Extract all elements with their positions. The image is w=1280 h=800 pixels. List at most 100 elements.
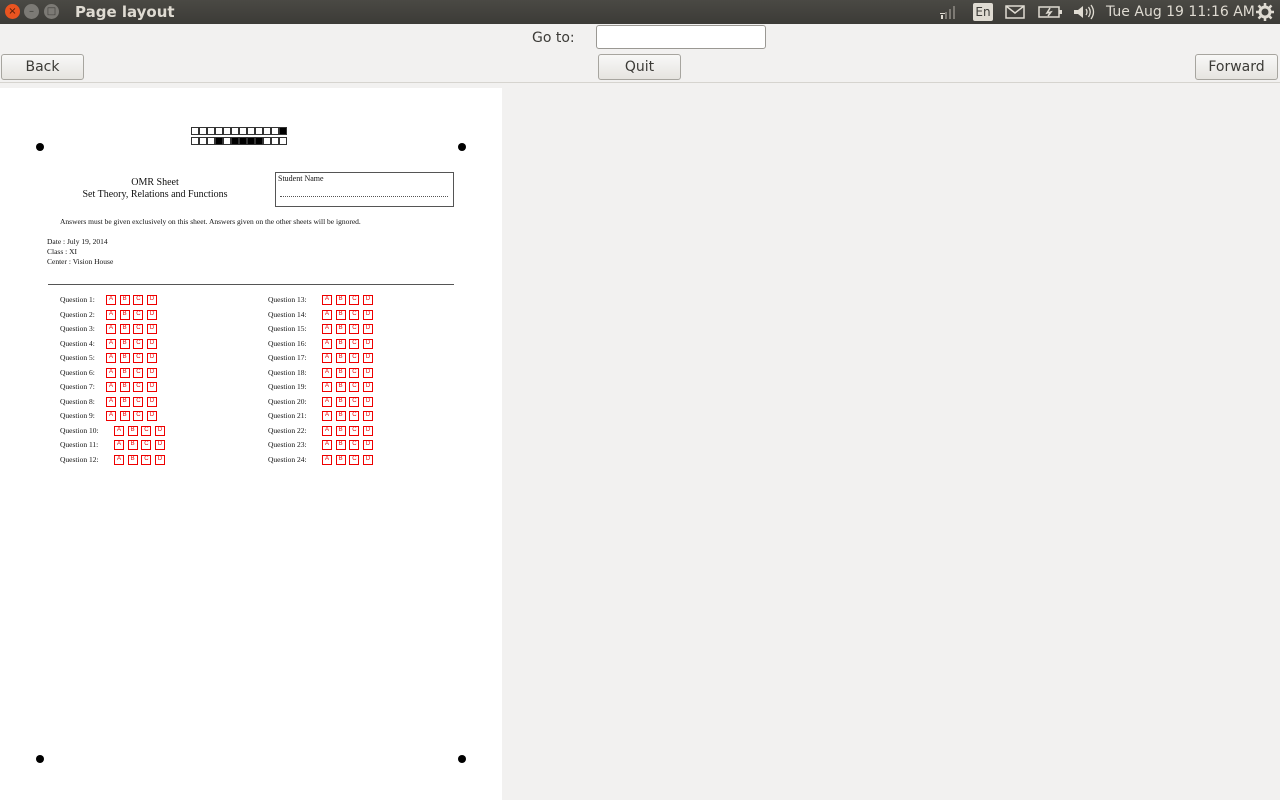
answer-bubble-b[interactable]: B	[119, 309, 130, 320]
answer-bubble-c[interactable]: C	[141, 454, 152, 465]
answer-bubble-c[interactable]: C	[133, 382, 144, 392]
answer-bubble-a[interactable]: A	[106, 324, 116, 334]
answer-bubble-a[interactable]: A	[322, 367, 332, 378]
answer-bubble-d[interactable]: D	[147, 338, 158, 349]
answer-bubble-d[interactable]: D	[363, 353, 374, 363]
answer-bubble-a[interactable]: A	[322, 396, 332, 407]
battery-icon[interactable]	[1038, 0, 1064, 24]
answer-bubble-a[interactable]: A	[106, 309, 116, 320]
answer-bubble-a[interactable]: A	[322, 353, 332, 363]
answer-bubble-c[interactable]: C	[349, 440, 360, 450]
mail-icon[interactable]	[1005, 0, 1025, 24]
answer-bubble-a[interactable]: A	[322, 454, 332, 465]
answer-bubble-b[interactable]: B	[119, 396, 130, 407]
answer-bubble-b[interactable]: B	[127, 425, 138, 436]
answer-bubble-b[interactable]: B	[335, 309, 346, 320]
answer-bubble-a[interactable]: A	[106, 411, 116, 421]
answer-bubble-b[interactable]: B	[335, 382, 346, 392]
answer-bubble-a[interactable]: A	[106, 382, 116, 392]
answer-bubble-c[interactable]: C	[349, 309, 360, 320]
answer-bubble-b[interactable]: B	[119, 382, 130, 392]
answer-bubble-b[interactable]: B	[119, 295, 130, 305]
answer-bubble-b[interactable]: B	[119, 338, 130, 349]
gear-icon[interactable]	[1254, 0, 1276, 24]
clock[interactable]: Tue Aug 19 11:16 AM	[1106, 4, 1255, 20]
quit-button[interactable]: Quit	[598, 54, 681, 80]
answer-bubble-b[interactable]: B	[119, 353, 130, 363]
answer-bubble-b[interactable]: B	[335, 425, 346, 436]
answer-bubble-a[interactable]: A	[322, 338, 332, 349]
answer-bubble-b[interactable]: B	[335, 338, 346, 349]
answer-bubble-a[interactable]: A	[114, 454, 124, 465]
maximize-window-button[interactable]: □	[44, 4, 59, 19]
answer-bubble-c[interactable]: C	[141, 440, 152, 450]
answer-bubble-a[interactable]: A	[106, 353, 116, 363]
answer-bubble-c[interactable]: C	[349, 454, 360, 465]
forward-button[interactable]: Forward	[1195, 54, 1278, 80]
answer-bubble-b[interactable]: B	[119, 324, 130, 334]
answer-bubble-b[interactable]: B	[335, 440, 346, 450]
answer-bubble-d[interactable]: D	[363, 396, 374, 407]
answer-bubble-a[interactable]: A	[114, 425, 124, 436]
answer-bubble-b[interactable]: B	[335, 454, 346, 465]
answer-bubble-a[interactable]: A	[322, 295, 332, 305]
volume-icon[interactable]	[1072, 0, 1096, 24]
answer-bubble-c[interactable]: C	[349, 367, 360, 378]
answer-bubble-c[interactable]: C	[133, 353, 144, 363]
answer-bubble-c[interactable]: C	[349, 411, 360, 421]
answer-bubble-c[interactable]: C	[349, 338, 360, 349]
answer-bubble-d[interactable]: D	[147, 309, 158, 320]
answer-bubble-b[interactable]: B	[119, 367, 130, 378]
answer-bubble-c[interactable]: C	[133, 367, 144, 378]
back-button[interactable]: Back	[1, 54, 84, 80]
answer-bubble-c[interactable]: C	[349, 353, 360, 363]
answer-bubble-d[interactable]: D	[363, 338, 374, 349]
answer-bubble-c[interactable]: C	[133, 396, 144, 407]
answer-bubble-d[interactable]: D	[363, 367, 374, 378]
answer-bubble-a[interactable]: A	[106, 396, 116, 407]
answer-bubble-a[interactable]: A	[322, 440, 332, 450]
answer-bubble-a[interactable]: A	[114, 440, 124, 450]
close-window-button[interactable]: ×	[5, 4, 20, 19]
answer-bubble-d[interactable]: D	[147, 367, 158, 378]
answer-bubble-b[interactable]: B	[127, 440, 138, 450]
answer-bubble-c[interactable]: C	[349, 324, 360, 334]
answer-bubble-d[interactable]: D	[155, 440, 166, 450]
answer-bubble-a[interactable]: A	[106, 367, 116, 378]
answer-bubble-a[interactable]: A	[322, 382, 332, 392]
answer-bubble-c[interactable]: C	[133, 295, 144, 305]
answer-bubble-d[interactable]: D	[363, 425, 374, 436]
answer-bubble-a[interactable]: A	[322, 425, 332, 436]
answer-bubble-b[interactable]: B	[335, 324, 346, 334]
answer-bubble-a[interactable]: A	[322, 411, 332, 421]
answer-bubble-d[interactable]: D	[147, 324, 158, 334]
answer-bubble-a[interactable]: A	[106, 295, 116, 305]
answer-bubble-d[interactable]: D	[147, 411, 158, 421]
answer-bubble-a[interactable]: A	[322, 324, 332, 334]
answer-bubble-b[interactable]: B	[127, 454, 138, 465]
answer-bubble-c[interactable]: C	[349, 295, 360, 305]
answer-bubble-d[interactable]: D	[363, 440, 374, 450]
answer-bubble-c[interactable]: C	[349, 425, 360, 436]
answer-bubble-c[interactable]: C	[133, 411, 144, 421]
answer-bubble-a[interactable]: A	[322, 309, 332, 320]
answer-bubble-c[interactable]: C	[349, 396, 360, 407]
answer-bubble-d[interactable]: D	[147, 295, 158, 305]
minimize-window-button[interactable]: –	[24, 4, 39, 19]
answer-bubble-a[interactable]: A	[106, 338, 116, 349]
answer-bubble-d[interactable]: D	[363, 324, 374, 334]
network-icon[interactable]	[938, 0, 960, 24]
answer-bubble-b[interactable]: B	[335, 353, 346, 363]
answer-bubble-d[interactable]: D	[363, 295, 374, 305]
answer-bubble-d[interactable]: D	[147, 382, 158, 392]
answer-bubble-d[interactable]: D	[363, 454, 374, 465]
answer-bubble-b[interactable]: B	[335, 411, 346, 421]
answer-bubble-d[interactable]: D	[155, 425, 166, 436]
answer-bubble-d[interactable]: D	[363, 382, 374, 392]
answer-bubble-d[interactable]: D	[363, 411, 374, 421]
answer-bubble-c[interactable]: C	[133, 324, 144, 334]
keyboard-language-indicator[interactable]: En	[973, 3, 993, 21]
goto-input[interactable]	[596, 25, 766, 49]
answer-bubble-b[interactable]: B	[335, 367, 346, 378]
answer-bubble-c[interactable]: C	[349, 382, 360, 392]
